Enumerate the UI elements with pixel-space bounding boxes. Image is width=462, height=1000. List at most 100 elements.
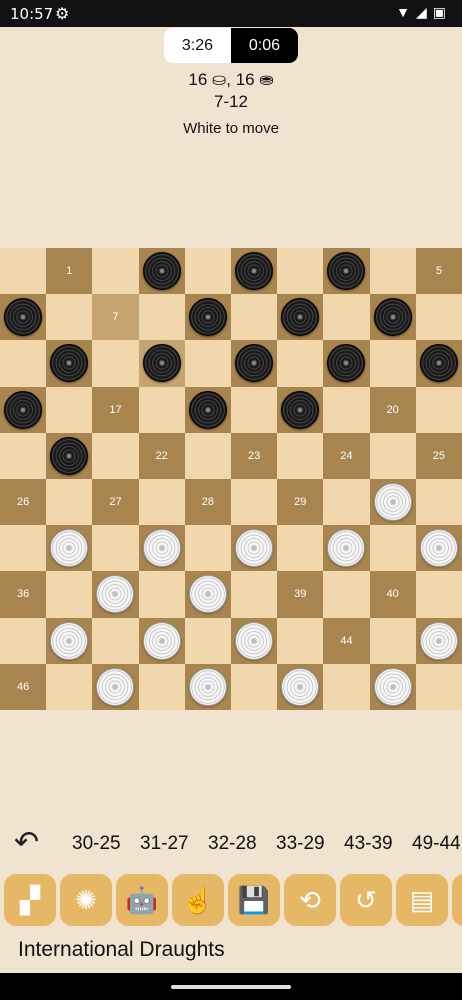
white-piece[interactable] <box>373 483 412 521</box>
board-square-17[interactable]: 17 <box>92 386 139 433</box>
board-square-24[interactable]: 24 <box>323 432 370 479</box>
black-piece[interactable] <box>419 344 458 383</box>
board-square-14[interactable] <box>323 340 370 387</box>
board-square-21[interactable] <box>46 432 93 479</box>
black-piece[interactable] <box>235 344 273 383</box>
board-square-8[interactable] <box>184 294 231 341</box>
android-button[interactable]: 🤖 <box>116 874 168 926</box>
more-button[interactable]: ▌ <box>452 874 462 926</box>
save-button[interactable]: 💾 <box>228 874 280 926</box>
board-square-23[interactable]: 23 <box>231 432 278 479</box>
board-square-26[interactable]: 26 <box>0 479 47 526</box>
board-square-39[interactable]: 39 <box>277 571 324 618</box>
black-piece[interactable] <box>50 436 89 475</box>
white-piece[interactable] <box>50 529 89 568</box>
board-square-36[interactable]: 36 <box>0 571 47 618</box>
move-item[interactable]: 31-27 <box>140 833 189 855</box>
board-square-46[interactable]: 46 <box>0 663 47 710</box>
board-square-5[interactable]: 5 <box>415 248 462 295</box>
board-square-3[interactable] <box>231 248 278 295</box>
board-square-25[interactable]: 25 <box>415 432 462 479</box>
white-piece[interactable] <box>96 575 135 614</box>
board-square-27[interactable]: 27 <box>92 479 139 526</box>
white-piece[interactable] <box>96 667 135 706</box>
hand-button[interactable]: ☝ <box>172 874 224 926</box>
move-item[interactable]: 33-29 <box>276 833 325 855</box>
board-square-29[interactable]: 29 <box>277 479 324 526</box>
black-piece[interactable] <box>142 252 181 290</box>
restore-button[interactable]: ↺ <box>340 874 392 926</box>
white-piece[interactable] <box>50 621 89 660</box>
black-piece[interactable] <box>373 298 412 337</box>
white-piece[interactable] <box>419 621 458 660</box>
undo-icon[interactable]: ↶ <box>14 828 39 858</box>
history-button[interactable]: ⟲ <box>284 874 336 926</box>
board-square-11[interactable] <box>46 340 93 387</box>
board-square-34[interactable] <box>323 525 370 572</box>
black-piece[interactable] <box>188 298 227 337</box>
board-square-9[interactable] <box>277 294 324 341</box>
white-piece[interactable] <box>235 621 273 660</box>
board-square-41[interactable] <box>46 617 93 664</box>
white-piece[interactable] <box>327 529 366 568</box>
black-piece[interactable] <box>142 344 181 383</box>
board-square-38[interactable] <box>184 571 231 618</box>
board-square-44[interactable]: 44 <box>323 617 370 664</box>
black-piece[interactable] <box>4 298 42 337</box>
black-piece[interactable] <box>50 344 89 383</box>
board-square-47[interactable] <box>92 663 139 710</box>
white-piece[interactable] <box>373 667 412 706</box>
white-piece[interactable] <box>188 667 227 706</box>
board-square-37[interactable] <box>92 571 139 618</box>
board-square-43[interactable] <box>231 617 278 664</box>
board-square-42[interactable] <box>138 617 185 664</box>
board-square-4[interactable] <box>323 248 370 295</box>
board-square-28[interactable]: 28 <box>184 479 231 526</box>
board-square-7[interactable]: 7 <box>92 294 139 341</box>
board-square-40[interactable]: 40 <box>369 571 416 618</box>
board-square-12[interactable] <box>138 340 185 387</box>
board-square-50[interactable] <box>369 663 416 710</box>
white-piece[interactable] <box>419 529 458 568</box>
black-piece[interactable] <box>327 252 366 290</box>
board-square-32[interactable] <box>138 525 185 572</box>
board-square-22[interactable]: 22 <box>138 432 185 479</box>
board-square-6[interactable] <box>0 294 47 341</box>
move-item[interactable]: 43-39 <box>344 833 393 855</box>
black-piece[interactable] <box>235 252 273 290</box>
board-square-18[interactable] <box>184 386 231 433</box>
move-item[interactable]: 49-44 <box>412 833 461 855</box>
board-square-1[interactable]: 1 <box>46 248 93 295</box>
white-piece[interactable] <box>142 529 181 568</box>
move-item[interactable]: 32-28 <box>208 833 257 855</box>
board-square-19[interactable] <box>277 386 324 433</box>
notation-button[interactable]: ▤ <box>396 874 448 926</box>
board-square-16[interactable] <box>0 386 47 433</box>
board-square-13[interactable] <box>231 340 278 387</box>
board-square-30[interactable] <box>369 479 416 526</box>
brain-button[interactable]: ✺ <box>60 874 112 926</box>
board-square-31[interactable] <box>46 525 93 572</box>
draughts-board[interactable]: 1 5 7 17 20 22 23 24 25 26 27 28 29 36 39 40 44 46 <box>0 248 462 710</box>
black-piece[interactable] <box>327 344 366 383</box>
move-item[interactable]: 30-25 <box>72 833 121 855</box>
board-square-10[interactable] <box>369 294 416 341</box>
board-square-49[interactable] <box>277 663 324 710</box>
black-piece[interactable] <box>188 390 227 429</box>
board-square-15[interactable] <box>415 340 462 387</box>
board-square-45[interactable] <box>415 617 462 664</box>
black-piece[interactable] <box>281 298 320 337</box>
board-square-2[interactable] <box>138 248 185 295</box>
white-piece[interactable] <box>235 529 273 568</box>
home-handle[interactable] <box>171 985 291 989</box>
board-square-20[interactable]: 20 <box>369 386 416 433</box>
board-square-33[interactable] <box>231 525 278 572</box>
white-piece[interactable] <box>281 667 320 706</box>
board-setup-button[interactable]: ▞ <box>4 874 56 926</box>
black-piece[interactable] <box>281 390 320 429</box>
white-piece[interactable] <box>188 575 227 614</box>
black-piece[interactable] <box>4 390 42 429</box>
white-piece[interactable] <box>142 621 181 660</box>
board-square-48[interactable] <box>184 663 231 710</box>
board-square-35[interactable] <box>415 525 462 572</box>
